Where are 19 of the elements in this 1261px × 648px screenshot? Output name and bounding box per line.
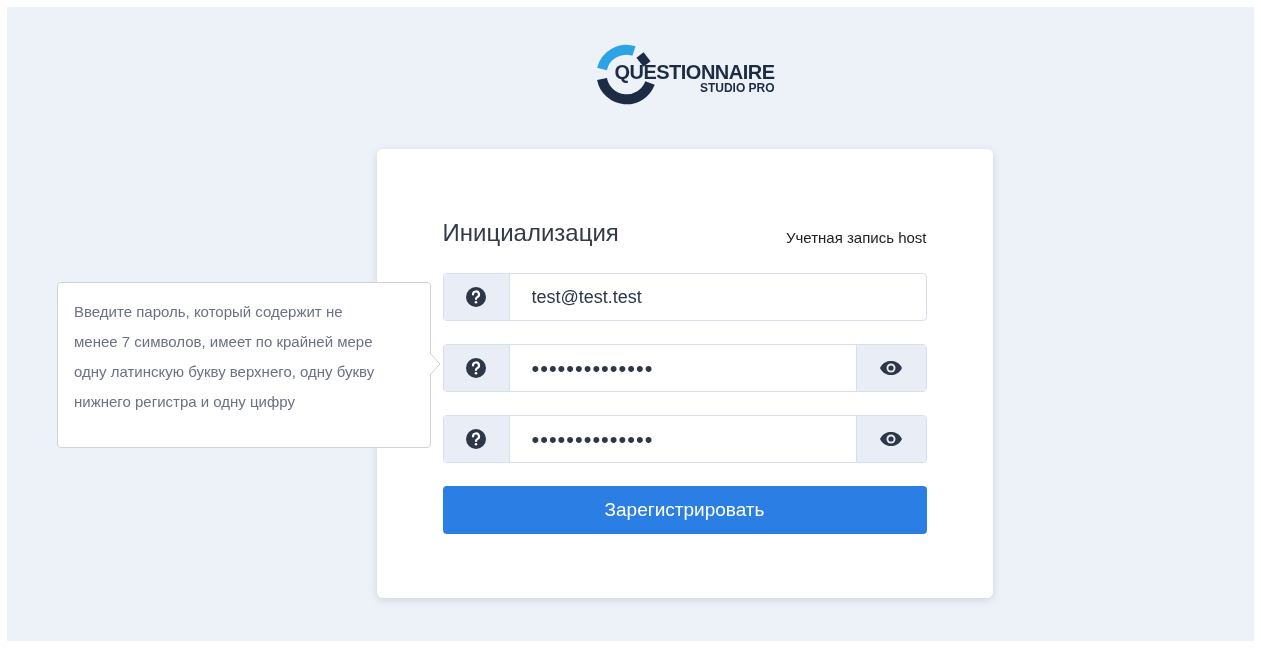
eye-icon [879, 431, 903, 447]
logo-title: QUESTIONNAIRE [614, 62, 775, 82]
eye-icon [879, 360, 903, 376]
tooltip-text: Введите пароль, который содержит не менее 7 символов, имеет по крайней мере одну латинскую букву верхнего, одну букву нижнего регистра и одну цифру [74, 302, 376, 412]
show-password-button[interactable] [855, 345, 926, 391]
input-group[interactable]: •••••••••••••• [442, 415, 927, 463]
help-icon [466, 429, 486, 449]
logo-subtitle: STUDIO PRO [699, 82, 775, 94]
input-field[interactable]: test@test.test [509, 274, 926, 320]
input-field[interactable]: •••••••••••••• [509, 416, 856, 462]
input-group[interactable]: test@test.test [442, 273, 927, 321]
show-password-button[interactable] [855, 416, 926, 462]
input-field[interactable]: •••••••••••••• [509, 345, 856, 391]
help-icon [466, 287, 486, 307]
register-button[interactable]: Зарегистрировать [442, 486, 927, 534]
help-icon [466, 358, 486, 378]
account-label: Учетная запись host [785, 227, 927, 248]
form-title: Инициализация [442, 218, 619, 248]
input-group[interactable]: •••••••••••••• [442, 344, 927, 392]
